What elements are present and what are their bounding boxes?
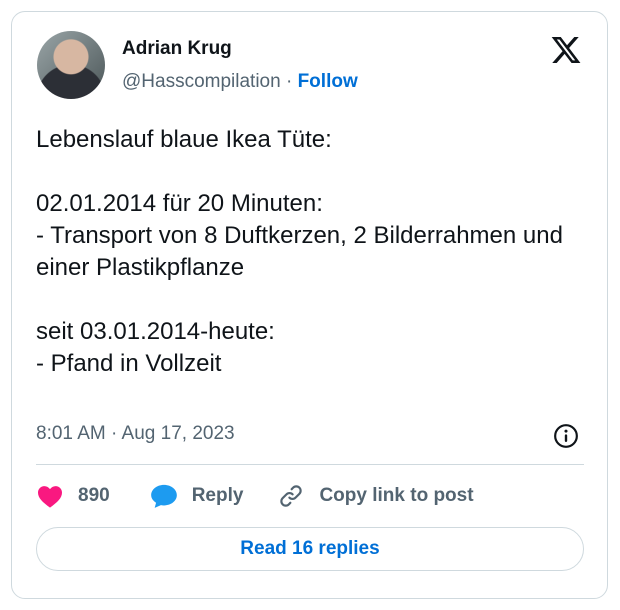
action-bar: 890 Reply Copy link to post (36, 482, 474, 510)
speech-bubble-icon (150, 484, 177, 508)
like-count: 890 (78, 485, 110, 506)
reply-button[interactable]: Reply (150, 483, 244, 509)
heart-icon (38, 486, 62, 508)
copy-link-label: Copy link to post (319, 485, 474, 506)
info-icon[interactable] (553, 423, 579, 449)
follow-button[interactable]: Follow (298, 71, 358, 92)
read-replies-button[interactable]: Read 16 replies (36, 527, 584, 571)
link-icon (280, 485, 303, 507)
author-name[interactable]: Adrian Krug (122, 38, 232, 60)
copy-link-button[interactable]: Copy link to post (277, 483, 474, 509)
author-handle-row: @Hasscompilation · Follow (122, 71, 358, 93)
author-handle[interactable]: @Hasscompilation (122, 71, 281, 92)
divider (36, 464, 584, 465)
x-logo-icon[interactable] (550, 34, 582, 66)
separator: · (285, 71, 293, 92)
reply-label: Reply (191, 485, 244, 506)
like-button[interactable]: 890 (36, 484, 110, 508)
tweet-timestamp[interactable]: 8:01 AM · Aug 17, 2023 (36, 423, 235, 445)
avatar[interactable] (37, 31, 105, 99)
tweet-text: Lebenslauf blaue Ikea Tüte: 02.01.2014 f… (36, 126, 563, 377)
